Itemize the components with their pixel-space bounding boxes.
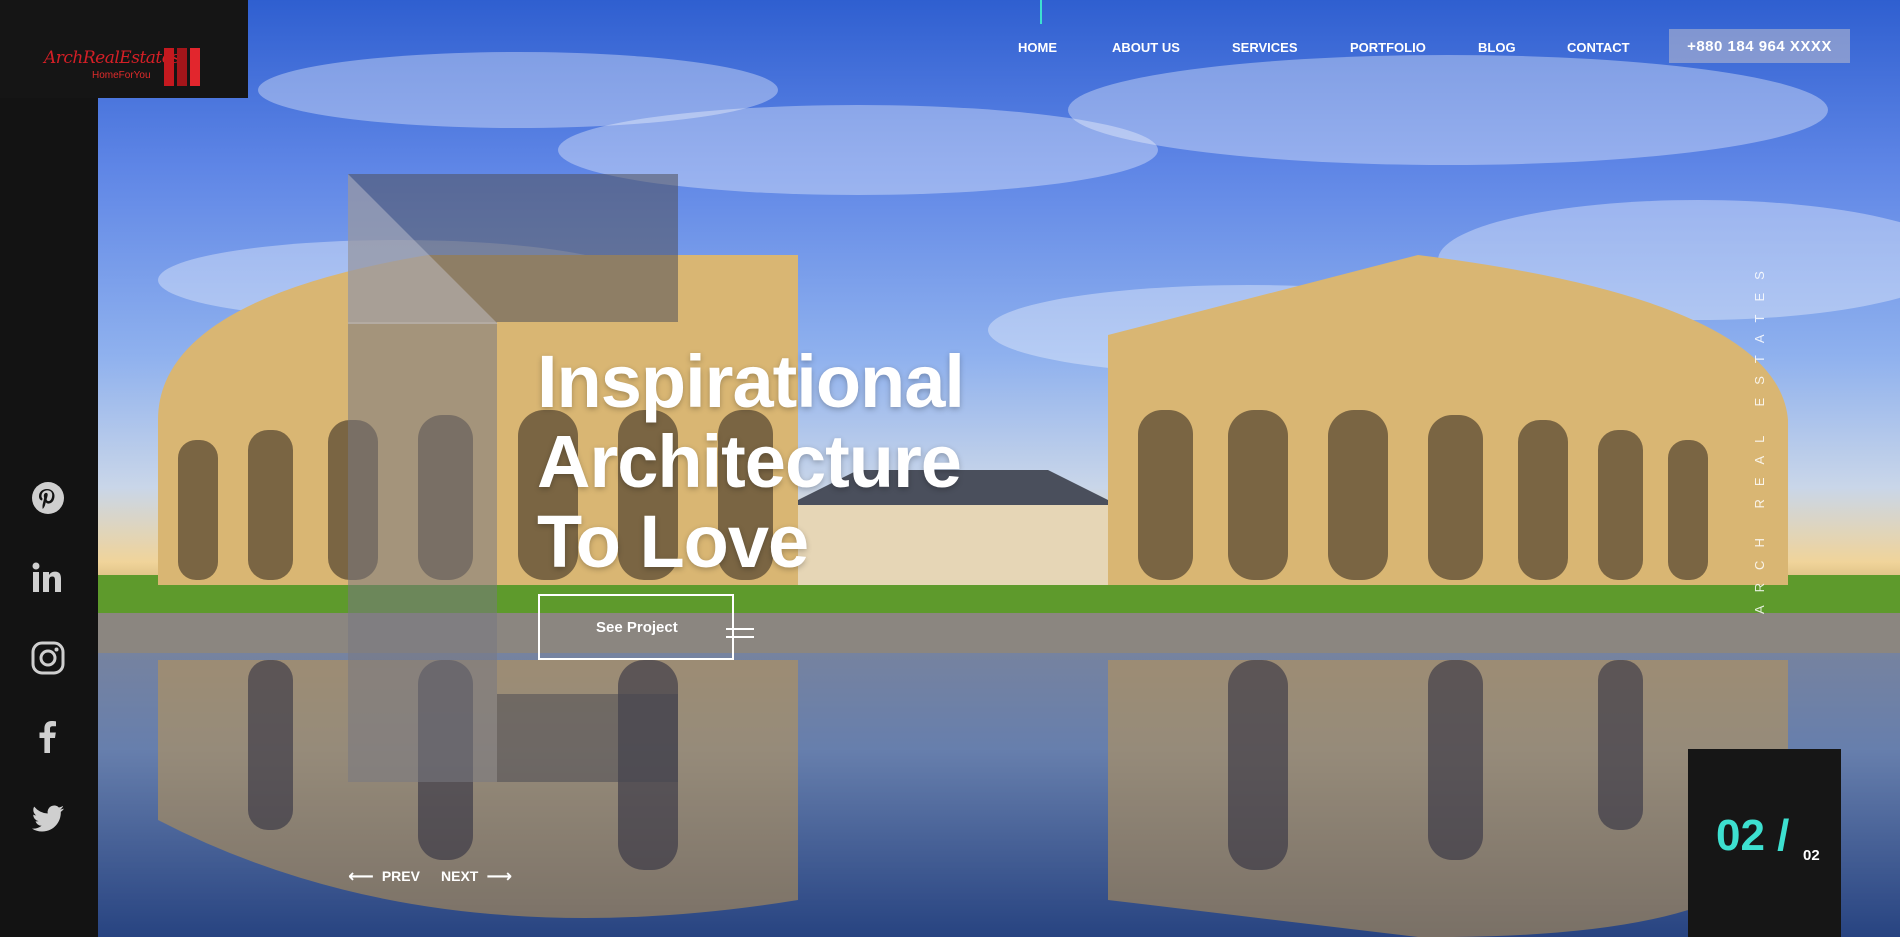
hero-headline: Inspirational Architecture To Love: [537, 340, 965, 583]
plus-icon: [726, 624, 754, 642]
see-project-label: See Project: [596, 619, 678, 636]
nav-home[interactable]: HOME: [1018, 40, 1057, 55]
vertical-brand-text: ARCH REAL ESTATES: [1752, 258, 1767, 614]
nav-contact[interactable]: CONTACT: [1567, 40, 1630, 55]
slide-counter: 02 / 02: [1688, 749, 1841, 937]
nav-about-us[interactable]: ABOUT US: [1112, 40, 1180, 55]
linkedin-icon[interactable]: [28, 558, 68, 598]
logo[interactable]: ArchRealEstates HomeForYou: [0, 0, 248, 98]
overlay-panel-column: [348, 322, 497, 782]
next-label: NEXT: [441, 868, 479, 884]
facebook-icon[interactable]: [28, 717, 68, 757]
left-sidebar: [0, 0, 98, 937]
overlay-panel-foot: [497, 694, 678, 782]
next-button[interactable]: NEXT ⟶: [441, 866, 513, 886]
nav-blog[interactable]: BLOG: [1478, 40, 1516, 55]
prev-label: PREV: [381, 868, 420, 884]
nav-portfolio[interactable]: PORTFOLIO: [1350, 40, 1426, 55]
pinterest-icon[interactable]: [28, 478, 68, 518]
active-indicator: [1040, 0, 1042, 24]
instagram-icon[interactable]: [28, 638, 68, 678]
headline-line-3: To Love: [537, 500, 809, 583]
arrow-right-icon: ⟶: [486, 866, 513, 886]
headline-line-1: Inspirational: [537, 340, 965, 423]
overlay-triangle: [348, 174, 498, 324]
logo-text: ArchRealEstates: [44, 48, 180, 68]
slide-total: 02: [1803, 847, 1820, 864]
prev-button[interactable]: ⟵ PREV: [348, 866, 420, 886]
twitter-icon[interactable]: [28, 798, 68, 838]
arrow-left-icon: ⟵: [348, 866, 374, 886]
logo-tagline: HomeForYou: [92, 70, 151, 81]
headline-line-2: Architecture: [537, 420, 962, 503]
slide-current: 02 /: [1716, 811, 1790, 860]
see-project-button[interactable]: See Project: [538, 594, 754, 660]
phone-number[interactable]: +880 184 964 XXXX: [1669, 29, 1850, 63]
nav-services[interactable]: SERVICES: [1232, 40, 1298, 55]
logo-mark: [164, 48, 200, 86]
